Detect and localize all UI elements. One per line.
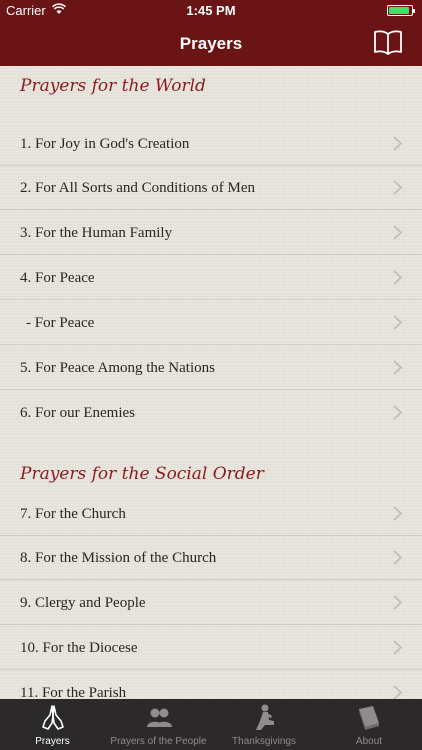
- list-item-label: 1. For Joy in God's Creation: [20, 136, 190, 152]
- chevron-right-icon: [393, 136, 402, 151]
- books-icon: [359, 706, 379, 730]
- list-item[interactable]: 7. For the Church: [0, 492, 422, 536]
- kneeling-person-icon: [256, 704, 274, 730]
- section-header-social-order: Prayers for the Social Order: [20, 464, 264, 484]
- list-item[interactable]: 6. For our Enemies: [0, 391, 422, 435]
- list-item-label: 4. For Peace: [20, 270, 95, 286]
- list-item[interactable]: 5. For Peace Among the Nations: [0, 346, 422, 390]
- chevron-right-icon: [393, 640, 402, 655]
- tab-label: Prayers: [35, 736, 70, 747]
- list-item-label: 3. For the Human Family: [20, 225, 173, 241]
- list-item[interactable]: 2. For All Sorts and Conditions of Men: [0, 166, 422, 210]
- list-item-label: 7. For the Church: [20, 506, 126, 522]
- tab-about[interactable]: About: [316, 699, 422, 750]
- chevron-right-icon: [393, 180, 402, 195]
- list-item[interactable]: 8. For the Mission of the Church: [0, 536, 422, 580]
- prayer-list[interactable]: Prayers for the World 1. For Joy in God'…: [0, 66, 422, 699]
- chevron-right-icon: [393, 405, 402, 420]
- tab-label: About: [355, 736, 383, 747]
- list-item[interactable]: 1. For Joy in God's Creation: [0, 122, 422, 166]
- book-icon[interactable]: [373, 29, 403, 55]
- tab-prayers-of-the-people[interactable]: Prayers of the People: [105, 699, 212, 750]
- status-bar: Carrier 1:45 PM: [0, 0, 422, 22]
- list-item-label: 5. For Peace Among the Nations: [20, 360, 215, 376]
- chevron-right-icon: [393, 506, 402, 521]
- list-item[interactable]: 9. Clergy and People: [0, 581, 422, 625]
- tab-label: Thanksgivings: [232, 736, 296, 747]
- list-item[interactable]: 4. For Peace: [0, 256, 422, 300]
- tab-prayers[interactable]: Prayers: [0, 699, 105, 750]
- section-header-world: Prayers for the World: [20, 76, 206, 96]
- list-item-label: 2. For All Sorts and Conditions of Men: [20, 180, 256, 196]
- list-item-label: 11. For the Parish: [20, 685, 127, 699]
- chevron-right-icon: [393, 595, 402, 610]
- tab-thanksgivings[interactable]: Thanksgivings: [212, 699, 316, 750]
- list-item-label: - For Peace: [26, 315, 95, 331]
- battery-icon: [387, 5, 415, 16]
- people-icon: [146, 708, 172, 727]
- tab-label: Prayers of the People: [110, 736, 207, 747]
- chevron-right-icon: [393, 315, 402, 330]
- chevron-right-icon: [393, 270, 402, 285]
- chevron-right-icon: [393, 685, 402, 699]
- list-item-label: 6. For our Enemies: [20, 405, 135, 421]
- chevron-right-icon: [393, 550, 402, 565]
- status-time: 1:45 PM: [186, 3, 236, 18]
- list-item[interactable]: - For Peace: [0, 301, 422, 345]
- navigation-bar: Carrier 1:45 PM Prayers: [0, 0, 422, 66]
- list-item-label: 9. Clergy and People: [20, 595, 146, 611]
- list-item[interactable]: 10. For the Diocese: [0, 626, 422, 670]
- page-title: Prayers: [179, 34, 243, 53]
- tab-bar: Prayers Prayers of the People Thanksgivi…: [0, 699, 422, 750]
- list-item-label: 8. For the Mission of the Church: [20, 550, 217, 566]
- list-item[interactable]: 3. For the Human Family: [0, 211, 422, 255]
- list-item[interactable]: 11. For the Parish: [0, 671, 422, 699]
- list-item-label: 10. For the Diocese: [20, 640, 138, 656]
- praying-hands-icon: [41, 705, 64, 730]
- chevron-right-icon: [393, 225, 402, 240]
- chevron-right-icon: [393, 360, 402, 375]
